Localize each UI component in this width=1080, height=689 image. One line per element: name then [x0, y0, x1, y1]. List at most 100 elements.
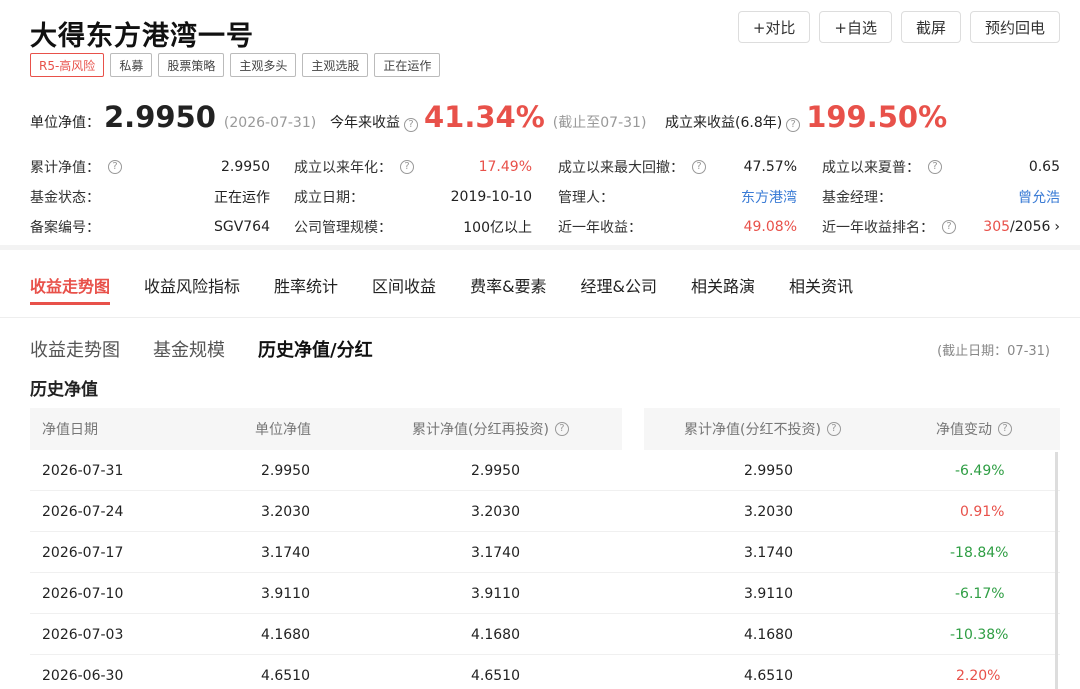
- cell-cum-no-reinvest: 4.1680: [744, 626, 793, 643]
- help-icon[interactable]: ?: [998, 422, 1012, 436]
- cell-cum-reinvest: 4.6510: [471, 667, 520, 684]
- table-header: 净值日期 单位净值 累计净值(分红再投资)? 累计净值(分红不投资)? 净值变动…: [30, 408, 1060, 450]
- table-row: 2026-07-03 4.1680 4.1680 4.1680 -10.38%: [30, 614, 1060, 655]
- metrics-row: 备案编号： SGV764 公司管理规模： 100亿以上 近一年收益： 49.08…: [30, 212, 1062, 242]
- cell-unit-nav: 2.9950: [261, 462, 310, 479]
- help-icon[interactable]: ?: [554, 422, 569, 436]
- table-row: 2026-07-10 3.9110 3.9110 3.9110 -6.17%: [30, 573, 1060, 614]
- strategy-tag: 股票策略: [158, 53, 225, 77]
- type-tag: 私募: [110, 53, 153, 77]
- section-title: 历史净值: [30, 380, 98, 400]
- table-row: 2026-06-30 4.6510 4.6510 4.6510 2.20%: [30, 655, 1060, 689]
- metrics-row: 累计净值：? 2.9950 成立以来年化：? 17.49% 成立以来最大回撤：?…: [30, 152, 1062, 182]
- cell-nav-change: -6.17%: [955, 585, 1005, 602]
- tab-win-rate[interactable]: 胜率统计: [274, 265, 338, 305]
- tab-risk-metrics[interactable]: 收益风险指标: [144, 265, 240, 305]
- col-unit-nav: 单位净值: [255, 422, 311, 438]
- subtab-nav-history[interactable]: 历史净值/分红: [258, 336, 373, 362]
- metric-value: SGV764: [213, 219, 270, 235]
- selection-tag: 主观选股: [302, 53, 369, 77]
- help-icon[interactable]: ?: [404, 118, 418, 132]
- cell-unit-nav: 3.9110: [261, 585, 310, 602]
- col-date: 净值日期: [42, 422, 98, 438]
- help-icon[interactable]: ?: [826, 422, 841, 436]
- cell-nav-change: 2.20%: [956, 667, 1001, 684]
- tab-news[interactable]: 相关资讯: [789, 265, 853, 305]
- cell-cum-no-reinvest: 3.1740: [744, 544, 793, 561]
- table-body: 2026-07-31 2.9950 2.9950 2.9950 -6.49% 2…: [30, 450, 1060, 689]
- cell-cum-no-reinvest: 2.9950: [744, 462, 793, 479]
- main-tabs: 收益走势图 收益风险指标 胜率统计 区间收益 费率&要素 经理&公司 相关路演 …: [30, 265, 887, 309]
- rank-total: /2056: [1010, 219, 1051, 235]
- table-row: 2026-07-24 3.2030 3.2030 3.2030 0.91%: [30, 491, 1060, 532]
- compare-button[interactable]: +对比: [737, 11, 811, 43]
- rank-value: 305: [983, 219, 1011, 235]
- subtab-return-chart[interactable]: 收益走势图: [30, 336, 120, 362]
- since-kpi: 成立来收益(6.8年) ? 199.50%: [665, 100, 947, 134]
- cell-date: 2026-07-31: [42, 462, 124, 479]
- col-cum-reinvest: 累计净值(分红再投资)?: [412, 408, 569, 450]
- nav-history-table: 净值日期 单位净值 累计净值(分红再投资)? 累计净值(分红不投资)? 净值变动…: [30, 408, 1060, 689]
- risk-tag: R5-高风险: [30, 53, 105, 77]
- rank-link[interactable]: 305/2056 ›: [822, 212, 1060, 242]
- cell-date: 2026-07-03: [42, 626, 124, 643]
- action-bar: +对比 +自选 截屏 预约回电: [737, 11, 1060, 43]
- fund-manager-link[interactable]: 曾允浩: [822, 182, 1060, 212]
- ytd-value: 41.34%: [424, 100, 545, 134]
- metrics-grid: 累计净值：? 2.9950 成立以来年化：? 17.49% 成立以来最大回撤：?…: [30, 152, 1062, 242]
- fund-header: 大得东方港湾一号 +对比 +自选 截屏 预约回电 R5-高风险 私募 股票策略 …: [30, 8, 1060, 83]
- fund-tags: R5-高风险 私募 股票策略 主观多头 主观选股 正在运作: [30, 53, 441, 77]
- since-label: 成立来收益(6.8年): [665, 115, 783, 131]
- metric-value: 47.57%: [743, 159, 797, 175]
- ytd-note: (截止至07-31): [552, 115, 647, 131]
- metric-value: 2.9950: [221, 159, 270, 175]
- table-row: 2026-07-31 2.9950 2.9950 2.9950 -6.49%: [30, 450, 1060, 491]
- callback-button[interactable]: 预约回电: [969, 11, 1060, 43]
- cell-date: 2026-07-24: [42, 503, 124, 520]
- as-of-date: (截止日期：07-31): [937, 344, 1050, 359]
- tab-roadshows[interactable]: 相关路演: [691, 265, 755, 305]
- cell-nav-change: -6.49%: [955, 462, 1005, 479]
- kpi-row: 单位净值： 2.9950 (2026-07-31) 今年来收益 ? 41.34%…: [30, 100, 1060, 140]
- cell-cum-reinvest: 3.1740: [471, 544, 520, 561]
- tab-manager-company[interactable]: 经理&公司: [581, 265, 657, 305]
- cell-nav-change: 0.91%: [960, 503, 1005, 520]
- table-scrollbar[interactable]: [1055, 452, 1058, 689]
- help-icon[interactable]: ?: [786, 118, 801, 132]
- tab-return-chart[interactable]: 收益走势图: [30, 265, 111, 305]
- table-row: 2026-07-17 3.1740 3.1740 3.1740 -18.84%: [30, 532, 1060, 573]
- col-cum-no-reinvest: 累计净值(分红不投资)?: [684, 408, 841, 450]
- metric-value: 49.08%: [743, 219, 797, 235]
- cell-unit-nav: 3.1740: [261, 544, 310, 561]
- cell-unit-nav: 4.1680: [261, 626, 310, 643]
- nav-kpi: 单位净值： 2.9950 (2026-07-31): [30, 100, 316, 134]
- cell-cum-reinvest: 2.9950: [471, 462, 520, 479]
- ytd-label: 今年来收益: [330, 115, 400, 131]
- watchlist-button[interactable]: +自选: [819, 11, 892, 43]
- nav-date: (2026-07-31): [223, 115, 317, 131]
- cell-date: 2026-07-17: [42, 544, 124, 561]
- since-value: 199.50%: [806, 100, 948, 134]
- cell-cum-reinvest: 4.1680: [471, 626, 520, 643]
- cell-cum-reinvest: 3.2030: [471, 503, 520, 520]
- chevron-right-icon: ›: [1054, 219, 1060, 235]
- ytd-kpi: 今年来收益 ? 41.34% (截止至07-31): [330, 100, 646, 134]
- metrics-row: 基金状态： 正在运作 成立日期： 2019-10-10 管理人： 东方港湾 基金…: [30, 182, 1062, 212]
- cell-date: 2026-06-30: [42, 667, 124, 684]
- screenshot-button[interactable]: 截屏: [900, 11, 961, 43]
- cell-cum-no-reinvest: 3.9110: [744, 585, 793, 602]
- nav-label: 单位净值：: [30, 115, 100, 131]
- metric-value: 0.65: [1028, 159, 1060, 175]
- tab-period-return[interactable]: 区间收益: [372, 265, 436, 305]
- style-tag: 主观多头: [230, 53, 297, 77]
- tab-fees[interactable]: 费率&要素: [470, 265, 546, 305]
- col-nav-change: 净值变动?: [936, 408, 1012, 450]
- cell-nav-change: -10.38%: [950, 626, 1009, 643]
- cell-cum-reinvest: 3.9110: [471, 585, 520, 602]
- cell-cum-no-reinvest: 3.2030: [744, 503, 793, 520]
- subtab-fund-size[interactable]: 基金规模: [153, 336, 225, 362]
- cell-nav-change: -18.84%: [950, 544, 1009, 561]
- fund-title: 大得东方港湾一号: [30, 21, 254, 52]
- manager-link[interactable]: 东方港湾: [558, 182, 797, 212]
- nav-value: 2.9950: [104, 100, 216, 134]
